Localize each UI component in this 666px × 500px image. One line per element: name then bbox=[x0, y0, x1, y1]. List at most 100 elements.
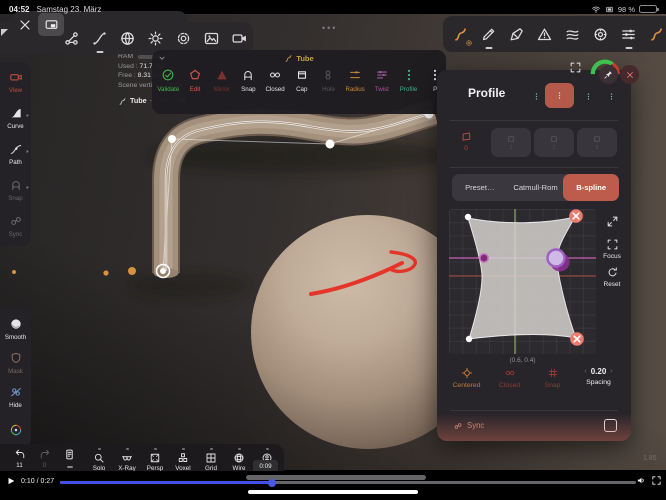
toolbar-tool-button[interactable] bbox=[175, 30, 192, 47]
tube-panel-button[interactable]: Radius bbox=[342, 68, 369, 93]
redo-count: 0 bbox=[42, 462, 47, 469]
active-menu-dots-button[interactable] bbox=[545, 83, 574, 108]
redo-button[interactable]: 0 bbox=[32, 448, 57, 469]
increase-arrow[interactable]: › bbox=[610, 368, 612, 375]
profile-shape-zero[interactable]: 0 bbox=[457, 130, 475, 152]
display-toggle-button[interactable]: Wire bbox=[225, 448, 253, 472]
profile-slot-button[interactable]: 3 bbox=[577, 128, 617, 157]
toolbar-tool-button[interactable] bbox=[63, 30, 80, 47]
selected-curve-point[interactable] bbox=[546, 248, 566, 268]
expand-dot bbox=[265, 448, 269, 450]
spacing-stepper[interactable]: ‹ 0.20 › Spacing bbox=[571, 367, 626, 386]
menu-dots-button[interactable] bbox=[532, 88, 541, 105]
display-toggle-button[interactable]: Persp bbox=[141, 448, 169, 472]
profile-mode-tab[interactable]: B-spline bbox=[563, 174, 620, 201]
profile-option-button[interactable]: Snap bbox=[531, 367, 574, 389]
expand-dot bbox=[153, 448, 157, 450]
display-toggle-button[interactable]: Voxel bbox=[169, 448, 197, 472]
close-panel-button[interactable] bbox=[620, 65, 639, 84]
tube-panel-button[interactable]: Edit bbox=[182, 68, 209, 93]
toolbar-tool-button[interactable] bbox=[203, 30, 220, 47]
profile-shape[interactable] bbox=[467, 216, 577, 340]
sidebar-item[interactable]: Path bbox=[0, 136, 31, 172]
play-button[interactable] bbox=[6, 476, 16, 486]
sidebar-item[interactable] bbox=[0, 414, 31, 448]
undo-button[interactable]: 11 bbox=[7, 448, 32, 469]
curve-point-delete[interactable] bbox=[570, 332, 584, 346]
toolbar-tool-button[interactable] bbox=[648, 26, 665, 43]
sidebar-item[interactable]: Mask bbox=[0, 346, 31, 380]
profile-option-button[interactable]: Closed bbox=[488, 367, 531, 389]
pin-icon bbox=[603, 69, 614, 80]
toolbar-tool-button[interactable] bbox=[231, 30, 248, 47]
focus-brackets-icon[interactable] bbox=[606, 238, 619, 251]
toolbar-tool-button[interactable] bbox=[91, 30, 108, 47]
pin-panel-button[interactable] bbox=[599, 65, 618, 84]
tube-panel-button[interactable]: Cap bbox=[288, 68, 315, 93]
profile-mode-tab[interactable]: Preset… bbox=[452, 174, 508, 201]
dots-vertical-icon bbox=[607, 88, 616, 105]
curve-point[interactable] bbox=[465, 335, 473, 343]
fullscreen-button[interactable] bbox=[569, 61, 582, 74]
reset-circular-icon[interactable] bbox=[606, 266, 619, 279]
curve-point-mid[interactable] bbox=[478, 252, 489, 263]
display-toggle-button[interactable]: X-Ray bbox=[113, 448, 141, 472]
expand-dot bbox=[237, 448, 241, 450]
expand-diagonal-icon[interactable] bbox=[606, 215, 619, 228]
menu-dots-button[interactable] bbox=[584, 88, 593, 105]
profile-mode-tab[interactable]: Catmull-Rom bbox=[508, 174, 564, 201]
sidebar-item[interactable]: Smooth bbox=[0, 312, 31, 346]
sidebar-item[interactable]: Sync bbox=[0, 208, 31, 244]
toolbar-tool-button[interactable] bbox=[508, 26, 525, 43]
player-fullscreen-button[interactable] bbox=[651, 475, 662, 486]
volume-button[interactable] bbox=[636, 475, 647, 486]
curve-point[interactable] bbox=[464, 213, 472, 221]
profile-option-button[interactable]: Centered bbox=[445, 367, 488, 389]
sidebar-item[interactable]: Snap bbox=[0, 172, 31, 208]
progress-track[interactable] bbox=[60, 478, 636, 487]
quad-shape-icon bbox=[460, 130, 473, 143]
menu-dots-button[interactable] bbox=[607, 88, 616, 105]
sync-checkbox[interactable] bbox=[604, 419, 617, 432]
magnet-icon bbox=[9, 178, 23, 192]
spacing-value: 0.20 bbox=[590, 367, 607, 376]
toolbar-tool-button[interactable] bbox=[620, 26, 637, 43]
display-toggle-button[interactable]: Solo bbox=[85, 448, 113, 472]
centered-anchor-icon bbox=[461, 367, 473, 379]
curve-editor[interactable] bbox=[449, 209, 596, 354]
tube-panel-button[interactable]: Mirror bbox=[208, 68, 235, 93]
sidebar-item[interactable]: Curve bbox=[0, 100, 31, 136]
progress-handle[interactable] bbox=[267, 478, 276, 487]
tube-panel-button[interactable]: Closed bbox=[262, 68, 289, 93]
toolbar-tool-button[interactable] bbox=[147, 30, 164, 47]
home-indicator[interactable] bbox=[248, 490, 418, 494]
profile-slot-button[interactable]: 2 bbox=[534, 128, 574, 157]
display-toggle-button[interactable]: Grid bbox=[197, 448, 225, 472]
decrease-arrow[interactable]: ‹ bbox=[584, 368, 586, 375]
tube-panel-button[interactable]: Hole bbox=[315, 68, 342, 93]
toolbar-tool-button[interactable] bbox=[592, 26, 609, 43]
tube-panel-button[interactable]: Snap bbox=[235, 68, 262, 93]
curve-point-delete[interactable] bbox=[569, 209, 583, 223]
fullscreen-arrows-icon bbox=[569, 61, 582, 74]
voxel-cubes-icon bbox=[177, 452, 189, 464]
toolbar-tool-button[interactable] bbox=[119, 30, 136, 47]
toolbar-tool-button[interactable] bbox=[564, 26, 581, 43]
close-window-button[interactable] bbox=[17, 17, 33, 33]
device-panel-button[interactable] bbox=[57, 448, 82, 468]
settings-gear-icon bbox=[465, 39, 473, 47]
tube-panel-button[interactable]: Twist bbox=[369, 68, 396, 93]
toolbar-tool-button[interactable] bbox=[536, 26, 553, 43]
expand-dot bbox=[125, 448, 129, 450]
multitasking-indicator[interactable]: ••• bbox=[322, 23, 337, 33]
gizmo-target-icon bbox=[592, 26, 609, 43]
sidebar-sculpt-tools: Smooth Mask Hide bbox=[0, 308, 31, 448]
toolbar-tool-button[interactable] bbox=[480, 26, 497, 43]
sidebar-item[interactable]: Hide bbox=[0, 380, 31, 414]
infinity-icon bbox=[504, 367, 516, 379]
tube-panel-button[interactable]: Validate bbox=[155, 68, 182, 93]
profile-slot-button[interactable]: 1 bbox=[491, 128, 531, 157]
tube-panel-button[interactable]: Profile bbox=[395, 68, 422, 93]
toolbar-tool-button[interactable] bbox=[452, 26, 472, 46]
sidebar-item[interactable]: View bbox=[0, 64, 31, 100]
